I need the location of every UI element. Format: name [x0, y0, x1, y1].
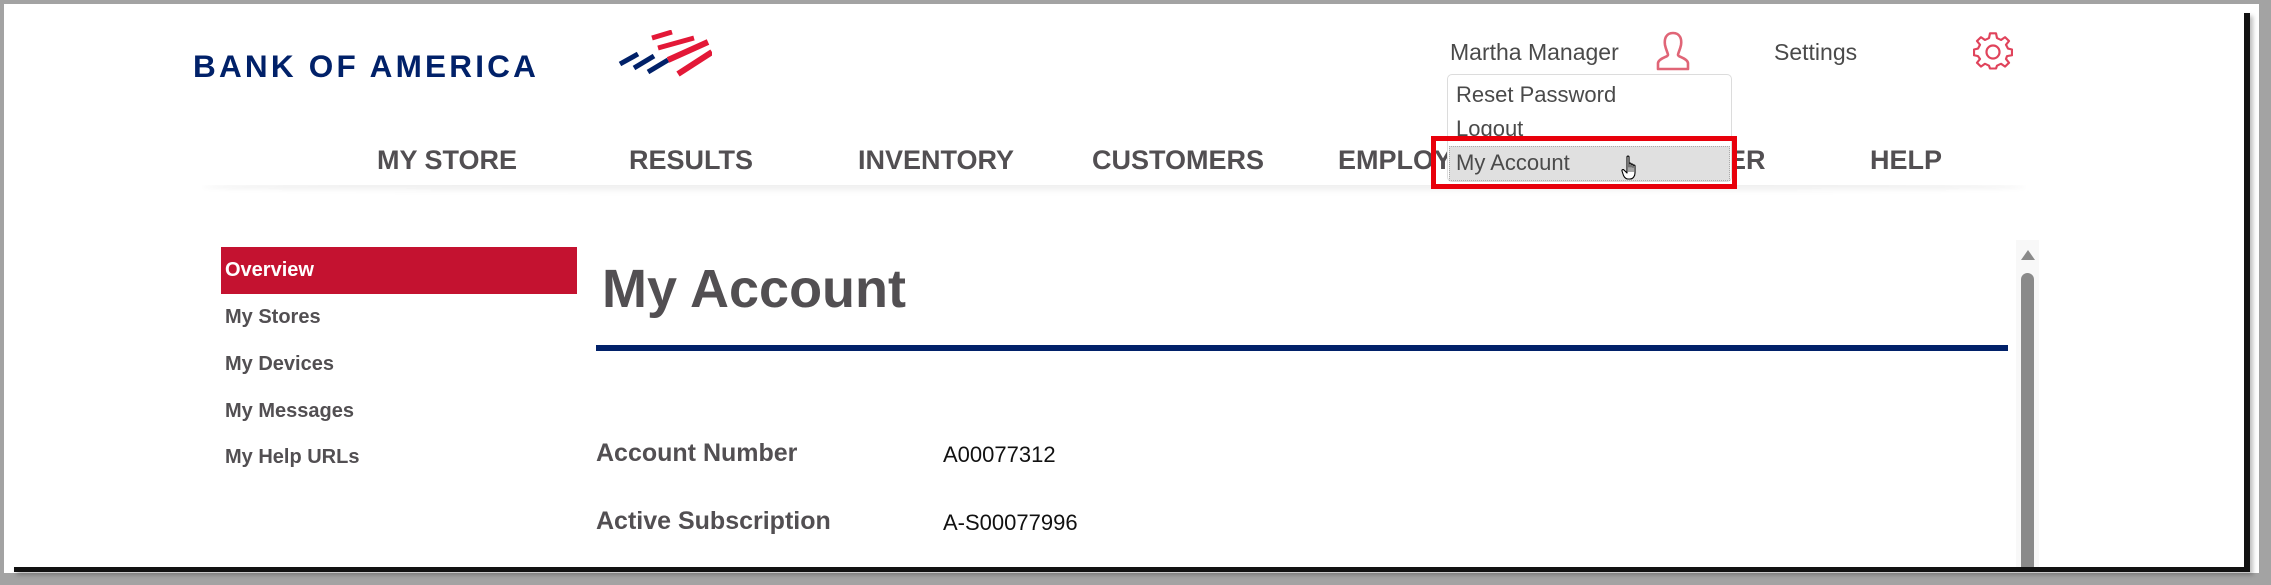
sidebar-item-overview[interactable]: Overview [221, 247, 577, 294]
hand-cursor-icon [1621, 155, 1636, 180]
user-name[interactable]: Martha Manager [1450, 38, 1619, 66]
nav-customers[interactable]: CUSTOMERS [1092, 145, 1264, 175]
menu-item-reset-password[interactable]: Reset Password [1456, 82, 1616, 108]
user-dropdown-menu: Reset Password Logout My Account [1447, 74, 1732, 182]
nav-inventory[interactable]: INVENTORY [858, 145, 1014, 175]
menu-item-my-account[interactable]: My Account [1449, 146, 1730, 181]
nav-item-partial[interactable]: ER [1728, 145, 1766, 175]
title-divider [596, 345, 2008, 351]
nav-help[interactable]: HELP [1870, 145, 1942, 175]
settings-link[interactable]: Settings [1774, 38, 1857, 66]
brand-logo-text[interactable]: BANK OF AMERICA [193, 48, 539, 84]
flag-logo-icon[interactable] [612, 30, 712, 80]
page-title: My Account [602, 259, 907, 319]
sidebar-item-my-stores[interactable]: My Stores [221, 294, 577, 341]
menu-item-logout[interactable]: Logout [1456, 116, 1523, 142]
nav-results[interactable]: RESULTS [629, 145, 753, 175]
scrollbar-thumb[interactable] [2021, 273, 2034, 567]
sidebar-item-my-devices[interactable]: My Devices [221, 341, 577, 388]
account-number-value: A00077312 [943, 442, 1056, 467]
screenshot-frame: BANK OF AMERICA MY STORE RESULTS INVENTO… [4, 4, 2259, 573]
gear-icon[interactable] [1973, 32, 2013, 72]
active-subscription-value: A-S00077996 [943, 510, 1078, 535]
nav-employees[interactable]: EMPLOY [1338, 145, 1452, 175]
sidebar-item-my-help-urls[interactable]: My Help URLs [221, 434, 577, 481]
nav-my-store[interactable]: MY STORE [377, 145, 517, 175]
scroll-up-arrow-icon[interactable] [2021, 250, 2035, 260]
user-icon[interactable] [1653, 30, 1693, 72]
sidebar-item-my-messages[interactable]: My Messages [221, 388, 577, 435]
active-subscription-label: Active Subscription [596, 507, 831, 535]
browser-window: BANK OF AMERICA MY STORE RESULTS INVENTO… [8, 8, 2244, 567]
account-number-label: Account Number [596, 439, 798, 467]
